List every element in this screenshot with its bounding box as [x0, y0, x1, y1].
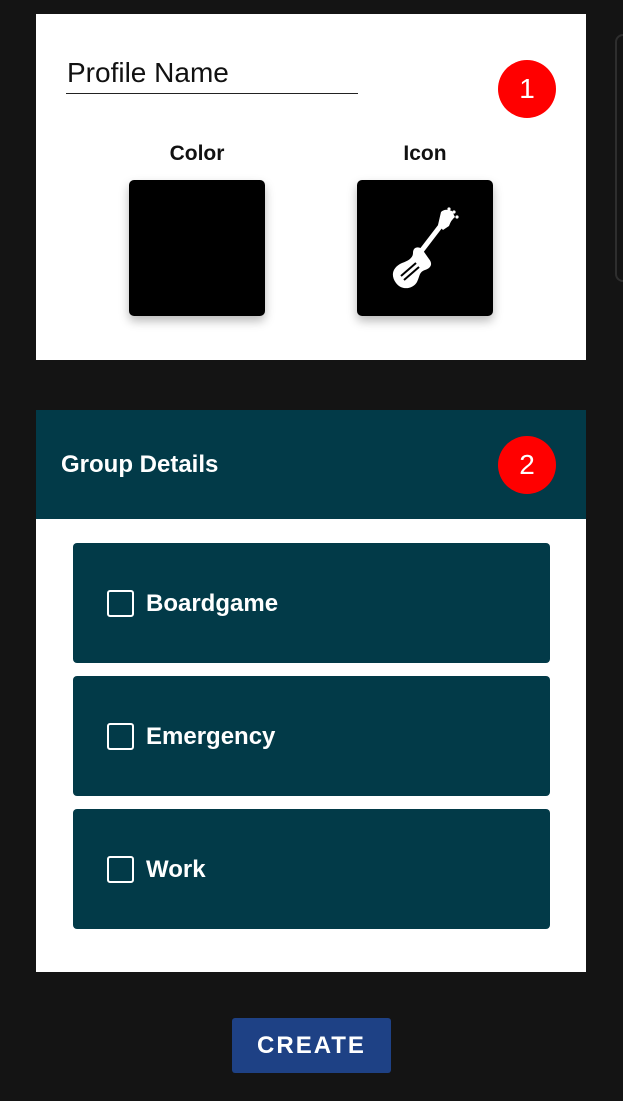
- icon-label: Icon: [403, 142, 447, 165]
- create-button[interactable]: CREATE: [232, 1018, 391, 1073]
- option-label: Emergency: [146, 723, 276, 750]
- group-details-title: Group Details: [61, 451, 219, 478]
- step-badge-1: 1: [498, 60, 556, 118]
- guitar-icon: [392, 207, 459, 289]
- color-label: Color: [169, 142, 225, 165]
- color-picker-button[interactable]: [129, 180, 265, 316]
- group-details-header: Group Details 2: [36, 410, 586, 519]
- group-option-boardgame[interactable]: Boardgame: [73, 543, 550, 663]
- scroll-indicator: [615, 34, 623, 282]
- profile-name-input[interactable]: [66, 52, 358, 94]
- option-label: Work: [146, 856, 206, 883]
- option-label: Boardgame: [146, 590, 279, 617]
- icon-picker-button[interactable]: [357, 180, 493, 316]
- step-badge-2: 2: [498, 436, 556, 494]
- boardgame-checkbox[interactable]: [107, 590, 134, 617]
- work-checkbox[interactable]: [107, 856, 134, 883]
- group-details-card: Group Details 2 Boardgame Emergency Work: [36, 410, 586, 972]
- emergency-checkbox[interactable]: [107, 723, 134, 750]
- profile-card: 1 Color Icon: [36, 14, 586, 360]
- group-option-work[interactable]: Work: [73, 809, 550, 929]
- group-option-emergency[interactable]: Emergency: [73, 676, 550, 796]
